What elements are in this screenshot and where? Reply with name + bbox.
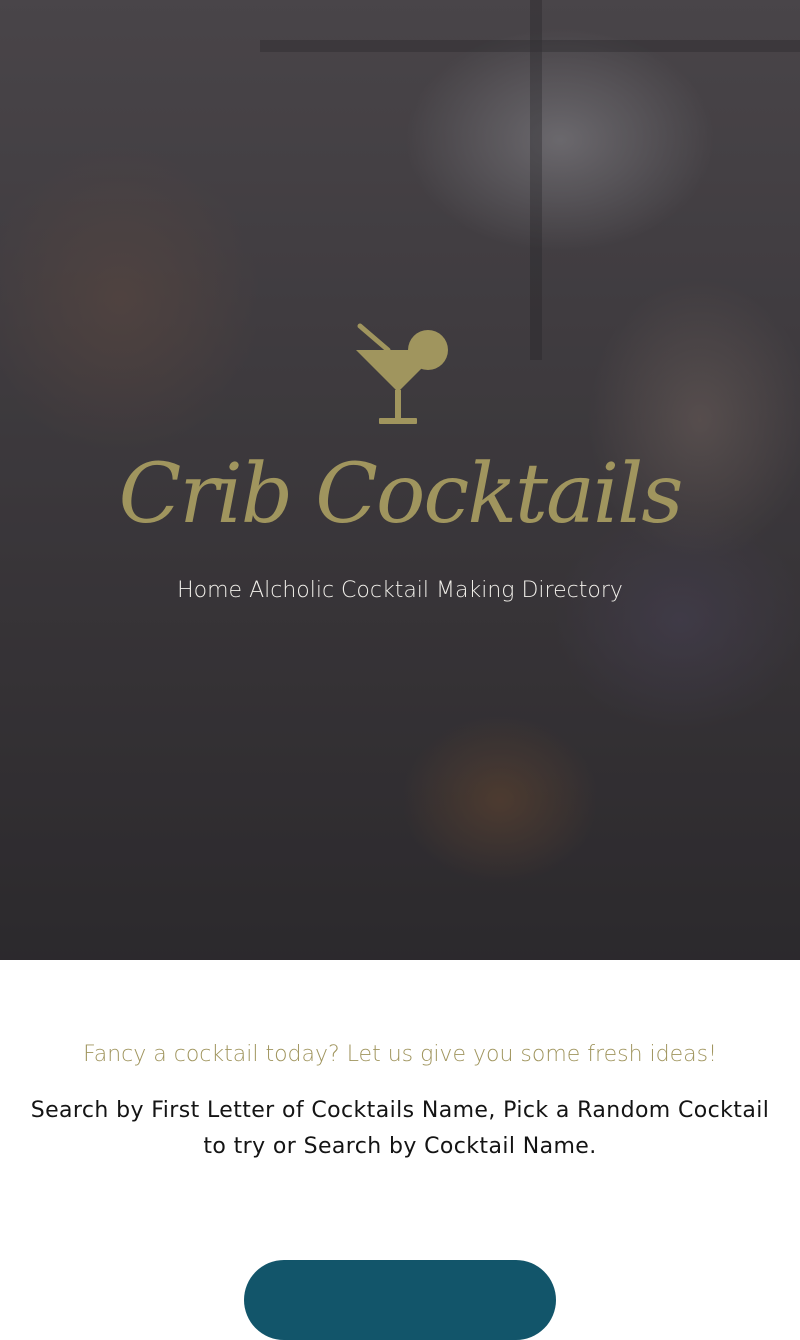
cocktail-glass-icon <box>356 323 448 424</box>
hero-tagline: Home Alcholic Cocktail Making Directory <box>177 578 623 603</box>
intro-body-text: Search by First Letter of Cocktails Name… <box>30 1098 770 1159</box>
intro-lead-text: Fancy a cocktail today? Let us give you … <box>83 1042 717 1067</box>
hero-section: Crib Cocktails Home Alcholic Cocktail Ma… <box>0 0 800 960</box>
hero-content: Crib Cocktails Home Alcholic Cocktail Ma… <box>0 320 800 603</box>
intro-section: Fancy a cocktail today? Let us give you … <box>0 960 800 1340</box>
cta-button[interactable] <box>244 1260 556 1340</box>
brand-title: Crib Cocktails <box>118 447 684 542</box>
